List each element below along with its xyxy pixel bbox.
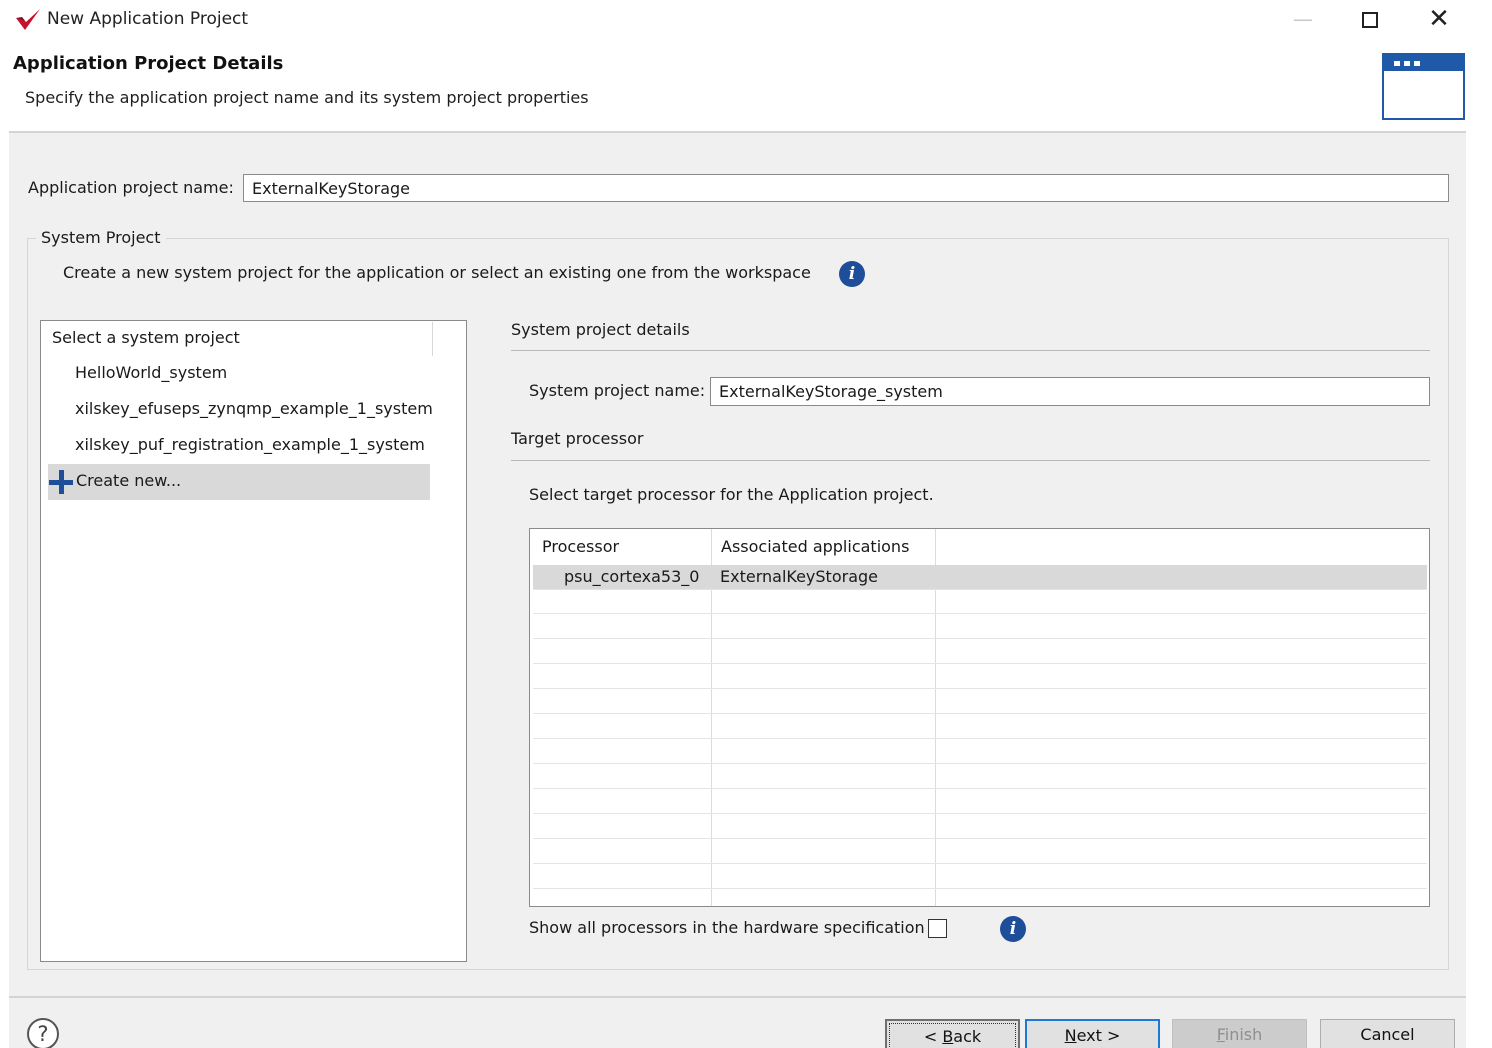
finish-rest: inish	[1224, 1025, 1263, 1044]
next-rest: ext >	[1076, 1026, 1121, 1045]
list-item[interactable]: xilskey_puf_registration_example_1_syste…	[75, 435, 425, 454]
system-project-description: Create a new system project for the appl…	[63, 263, 811, 282]
maximize-button[interactable]	[1356, 4, 1384, 34]
plus-icon	[49, 470, 73, 494]
column-header-associated-applications[interactable]: Associated applications	[721, 537, 909, 556]
system-project-name-label: System project name:	[529, 381, 706, 400]
next-button[interactable]: Next >	[1025, 1019, 1160, 1048]
maximize-icon	[1362, 12, 1378, 28]
page-title: Application Project Details	[13, 53, 284, 74]
list-item[interactable]: xilskey_efuseps_zynqmp_example_1_system	[75, 399, 433, 418]
system-project-group-label: System Project	[36, 228, 166, 247]
help-icon[interactable]: ?	[27, 1018, 59, 1048]
list-item[interactable]: HelloWorld_system	[75, 363, 227, 382]
processor-table[interactable]: Processor Associated applications psu_co…	[529, 528, 1430, 907]
finish-mnemonic: F	[1216, 1025, 1225, 1044]
window-icon	[1382, 53, 1465, 120]
list-header: Select a system project	[52, 328, 240, 347]
next-mnemonic: N	[1064, 1026, 1077, 1045]
details-divider	[511, 350, 1430, 351]
back-rest: ack	[953, 1027, 982, 1046]
back-button[interactable]: < Back	[885, 1019, 1020, 1048]
list-header-divider	[432, 322, 433, 356]
system-project-details-label: System project details	[511, 320, 690, 339]
finish-button[interactable]: Finish	[1172, 1019, 1307, 1048]
target-processor-description: Select target processor for the Applicat…	[529, 485, 934, 504]
show-all-processors-label: Show all processors in the hardware spec…	[529, 918, 925, 937]
create-new-label: Create new...	[76, 471, 182, 490]
system-project-name-input[interactable]	[710, 377, 1430, 406]
info-icon[interactable]: i	[839, 261, 865, 287]
back-mnemonic: B	[942, 1027, 954, 1046]
target-processor-label: Target processor	[511, 429, 644, 448]
close-button[interactable]: ✕	[1424, 4, 1454, 34]
window-title: New Application Project	[47, 9, 249, 29]
minimize-button[interactable]: —	[1290, 4, 1316, 34]
associated-apps-cell: ExternalKeyStorage	[720, 567, 878, 586]
app-project-name-input[interactable]	[243, 174, 1449, 202]
cancel-button[interactable]: Cancel	[1320, 1019, 1455, 1048]
info-icon[interactable]: i	[1000, 916, 1026, 942]
column-header-processor[interactable]: Processor	[542, 537, 619, 556]
show-all-processors-checkbox[interactable]	[928, 919, 947, 938]
back-prefix: <	[923, 1027, 943, 1046]
target-divider	[511, 460, 1430, 461]
processor-cell: psu_cortexa53_0	[564, 567, 700, 586]
app-project-name-label: Application project name:	[28, 178, 234, 197]
vitis-logo-icon	[16, 9, 40, 30]
page-subtitle: Specify the application project name and…	[25, 88, 589, 107]
